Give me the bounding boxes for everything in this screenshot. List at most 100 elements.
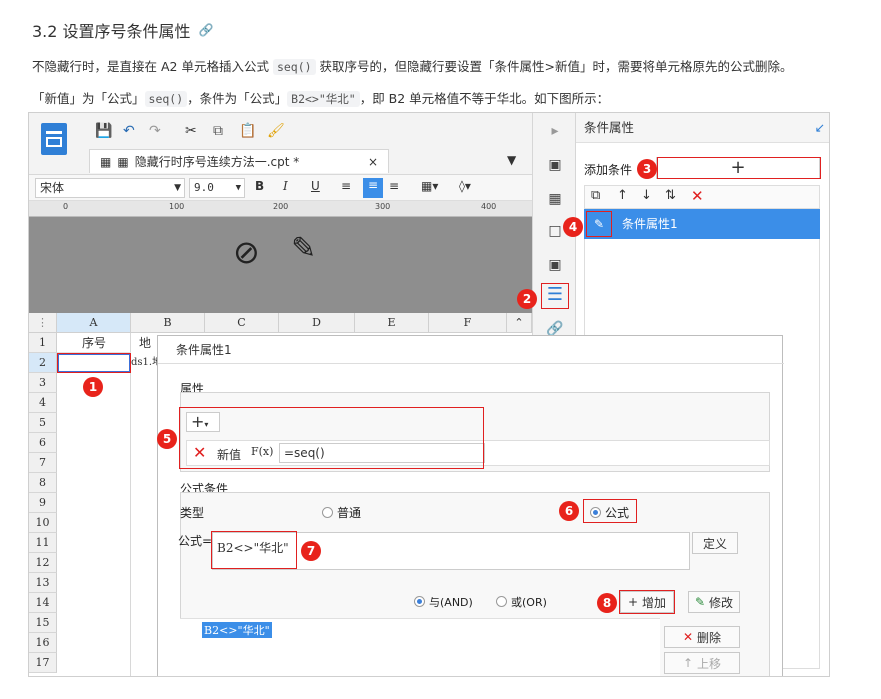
row-header[interactable]: 14 [29, 593, 57, 613]
copy-icon[interactable]: ⧉ [213, 123, 223, 139]
highlight-add [619, 590, 675, 614]
highlight-add-button [657, 157, 821, 179]
condition-list-item[interactable]: ✎ 条件属性1 [584, 209, 820, 239]
border-icon[interactable]: ▦▾ [421, 179, 438, 193]
widget-icon[interactable]: □ [545, 221, 565, 241]
row-header[interactable]: 9 [29, 493, 57, 513]
chevron-down-icon: ▼ [235, 183, 241, 193]
column-header[interactable]: C [205, 313, 279, 333]
condition-dialog: 条件属性1 属性 +▾ ✕ 新值 F(x) =seq() 公式条件 类型 普通 … [157, 335, 784, 676]
app-logo[interactable] [41, 123, 67, 155]
type-label: 类型 [180, 506, 205, 520]
copy-icon[interactable]: ⧉ [591, 188, 600, 203]
or-radio[interactable]: 或(OR) [496, 594, 547, 610]
chevron-down-icon: ▼ [174, 183, 181, 193]
inline-code: seq() [144, 91, 188, 107]
arrow-down-icon[interactable]: ↓ [641, 188, 652, 203]
row-header[interactable]: 7 [29, 453, 57, 473]
save-icon[interactable]: 💾 [95, 123, 112, 139]
row-header[interactable]: 10 [29, 513, 57, 533]
cell-element-icon[interactable]: ▣ [545, 155, 565, 175]
font-select[interactable]: 宋体 ▼ [35, 178, 185, 198]
row-header[interactable]: 1 [29, 333, 57, 353]
column-header[interactable]: A [57, 313, 131, 333]
row-header[interactable]: 12 [29, 553, 57, 573]
row-header[interactable]: 17 [29, 653, 57, 673]
type-normal-radio[interactable]: 普通 [322, 504, 361, 521]
page-header-area: ⊘ ✎ [29, 217, 532, 313]
sort-icon[interactable]: ⇅ [665, 188, 676, 203]
delete-icon[interactable]: ✕ [691, 187, 704, 205]
delete-icon: ✕ [682, 630, 694, 644]
grid-icon: ▦ [100, 154, 112, 169]
fill-color-icon[interactable]: ◊▾ [459, 179, 471, 193]
add-condition-label: 添加条件 [584, 163, 633, 177]
define-button[interactable]: 定义 [692, 532, 738, 554]
move-up-button[interactable]: ↑ 上移 [664, 652, 740, 674]
column-header[interactable]: E [355, 313, 429, 333]
badge: 5 [157, 429, 177, 449]
scroll-up-icon[interactable]: ⌃ [507, 313, 532, 333]
highlight-attr [179, 407, 484, 469]
row-header[interactable]: 5 [29, 413, 57, 433]
arrow-up-icon[interactable]: ↑ [617, 188, 628, 203]
paragraph-2: 「新值」为「公式」 seq() ，条件为「公式」 B2<>"华北" ，即 B2 单元格值… [32, 91, 610, 107]
tab-template[interactable]: ▦ ▦ 隐藏行时序号连续方法一.cpt * × [89, 149, 389, 173]
row-header[interactable]: 15 [29, 613, 57, 633]
expand-icon[interactable]: ↙ [815, 113, 825, 143]
align-right-icon[interactable]: ≡ [389, 179, 399, 193]
underline-button[interactable]: U [311, 179, 320, 193]
redo-icon[interactable]: ↷ [149, 123, 161, 139]
align-center-icon[interactable]: ≡ [363, 178, 383, 198]
italic-button[interactable]: I [283, 179, 288, 193]
column-header[interactable]: B [131, 313, 205, 333]
row-header[interactable]: 3 [29, 373, 57, 393]
formula-label: 公式= [178, 534, 213, 548]
paste-icon[interactable]: 📋 [239, 123, 256, 139]
cell-attribute-icon[interactable]: ▦ [545, 189, 565, 209]
row-header[interactable]: 8 [29, 473, 57, 493]
paragraph-1: 不隐藏行时，是直接在 A2 单元格插入公式 seq() 获取序号的，但隐藏行要设… [32, 59, 793, 75]
badge: 3 [637, 159, 657, 179]
format-brush-icon[interactable]: 🖌 [267, 123, 285, 139]
and-radio[interactable]: 与(AND) [414, 594, 473, 610]
condition-item[interactable]: B2<>"华北" [202, 622, 272, 638]
arrow-up-icon: ↑ [682, 656, 694, 670]
cell-b1[interactable]: 地 [131, 333, 157, 353]
cut-icon[interactable]: ✂ [185, 123, 197, 139]
badge: 6 [559, 501, 579, 521]
badge: 1 [83, 377, 103, 397]
row-header[interactable]: 13 [29, 573, 57, 593]
font-size-select[interactable]: 9.0 ▼ [189, 178, 245, 198]
format-bar: 宋体 ▼ 9.0 ▼ B I U ≡ ≡ ≡ ▦▾ ◊▾ [29, 175, 532, 201]
cell-b2[interactable]: ds1.地 [131, 353, 157, 373]
row-header[interactable]: 16 [29, 633, 57, 653]
pencil-icon[interactable]: ✎ [291, 231, 316, 266]
row-header[interactable]: 11 [29, 533, 57, 553]
column-header[interactable]: D [279, 313, 355, 333]
dropdown-icon[interactable]: ▼ [507, 153, 516, 167]
cell-a1[interactable]: 序号 [57, 333, 131, 353]
close-icon[interactable]: × [368, 155, 378, 169]
row-header[interactable]: 2 [29, 353, 57, 373]
column-header[interactable]: F [429, 313, 507, 333]
dialog-title: 条件属性1 [158, 336, 784, 364]
link-icon[interactable]: 🔗 [199, 23, 214, 37]
bold-button[interactable]: B [255, 179, 264, 193]
highlight-edit-icon [586, 211, 612, 237]
corner-cell[interactable]: ⋮ [29, 313, 57, 333]
eye-off-icon[interactable]: ⊘ [233, 233, 260, 271]
modify-icon: ✎ [694, 595, 706, 609]
row-header[interactable]: 4 [29, 393, 57, 413]
undo-icon[interactable]: ↶ [123, 123, 135, 139]
modify-button[interactable]: ✎ 修改 [688, 591, 740, 613]
highlight-formula [211, 531, 297, 569]
delete-button[interactable]: ✕ 删除 [664, 626, 740, 648]
filter-icon[interactable]: ▣ [545, 255, 565, 275]
highlight-a2 [57, 353, 131, 373]
align-left-icon[interactable]: ≡ [341, 179, 351, 193]
panel-title: 条件属性 ↙ [576, 113, 829, 143]
row-header[interactable]: 6 [29, 433, 57, 453]
collapse-icon[interactable]: ▸ [545, 121, 565, 141]
badge: 8 [597, 593, 617, 613]
